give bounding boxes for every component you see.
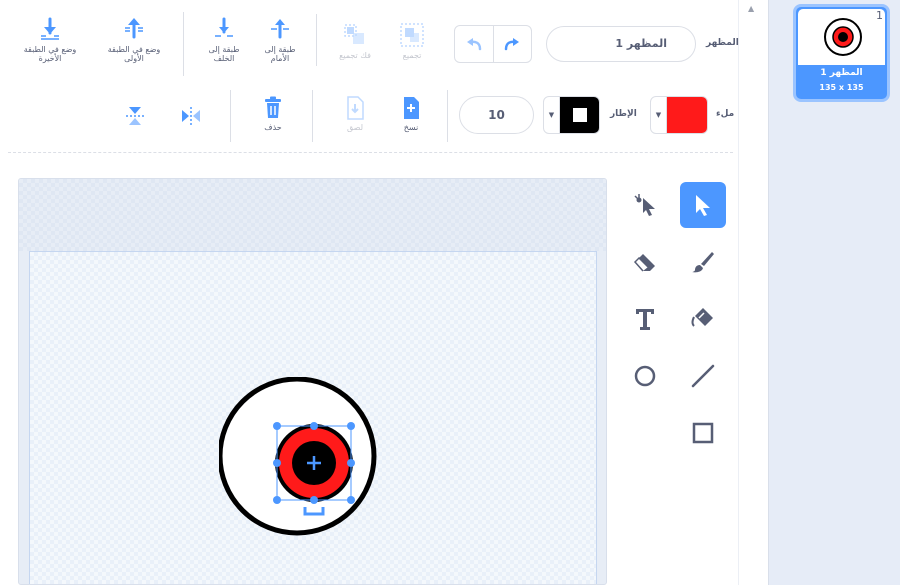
eye-artwork[interactable] bbox=[219, 377, 379, 537]
rectangle-tool-button[interactable] bbox=[680, 410, 726, 456]
costume-label: المظهر bbox=[706, 38, 739, 48]
reshape-cursor-icon bbox=[634, 194, 655, 216]
send-to-back-label: وضع في الطبقة الأخيرة bbox=[23, 45, 77, 63]
bring-to-front-icon bbox=[125, 18, 143, 39]
costume-list-pane: 1 المظهر 1 135 x 135 bbox=[768, 0, 900, 585]
outline-width-input[interactable]: 10 bbox=[459, 96, 534, 134]
eraser-tool-button[interactable] bbox=[622, 239, 668, 285]
dropdown-arrow-icon: ▼ bbox=[651, 97, 667, 133]
scroll-up-arrow-icon[interactable]: ▲ bbox=[748, 4, 754, 13]
costume-card[interactable]: 1 المظهر 1 135 x 135 bbox=[793, 4, 890, 102]
eraser-icon bbox=[633, 254, 655, 272]
send-to-back-button[interactable]: وضع في الطبقة الأخيرة bbox=[14, 16, 86, 63]
toolbar-divider bbox=[447, 90, 448, 142]
ungroup-icon bbox=[344, 24, 364, 44]
copy-button[interactable]: نسخ bbox=[396, 96, 426, 132]
undo-icon bbox=[466, 38, 482, 51]
toolbar-divider bbox=[183, 12, 184, 76]
brush-icon bbox=[692, 252, 714, 273]
send-backward-label: طبقة إلى الخلف bbox=[208, 45, 240, 63]
flip-vertical-icon bbox=[126, 107, 144, 125]
bring-forward-icon bbox=[271, 19, 289, 39]
resize-handle[interactable] bbox=[273, 422, 281, 430]
fill-tool-button[interactable] bbox=[680, 296, 726, 342]
resize-handle[interactable] bbox=[310, 422, 318, 430]
line-icon bbox=[691, 364, 715, 388]
circle-icon bbox=[634, 365, 656, 387]
toolbar-divider bbox=[312, 90, 313, 142]
editor-scrollbar[interactable] bbox=[738, 0, 768, 585]
costume-name-input[interactable]: المظهر 1 bbox=[546, 26, 696, 62]
delete-button[interactable]: حذف bbox=[258, 96, 288, 132]
outline-color-picker[interactable]: ▼ bbox=[543, 96, 600, 134]
undo-button[interactable] bbox=[455, 26, 493, 62]
resize-handle[interactable] bbox=[347, 459, 355, 467]
resize-handle[interactable] bbox=[347, 422, 355, 430]
redo-button[interactable] bbox=[492, 26, 531, 62]
dropdown-arrow-icon: ▼ bbox=[544, 97, 560, 133]
text-icon bbox=[636, 309, 654, 330]
bring-to-front-button[interactable]: وضع في الطبقة الأولى bbox=[98, 16, 170, 63]
brush-tool-button[interactable] bbox=[680, 239, 726, 285]
ungroup-label: فك تجميع bbox=[339, 51, 371, 60]
outline-label: الإطار bbox=[610, 109, 637, 119]
line-tool-button[interactable] bbox=[680, 353, 726, 399]
flip-horizontal-button[interactable] bbox=[178, 104, 204, 131]
costume-thumbnail bbox=[798, 9, 885, 65]
toolbar-separator bbox=[8, 152, 733, 153]
costume-card-name: المظهر 1 bbox=[820, 68, 863, 78]
bring-to-front-label: وضع في الطبقة الأولى bbox=[107, 45, 161, 63]
paint-bucket-icon bbox=[691, 308, 713, 327]
send-backward-icon bbox=[215, 17, 233, 37]
flip-vertical-button[interactable] bbox=[122, 104, 148, 131]
circle-tool-button[interactable] bbox=[622, 353, 668, 399]
fill-color-picker[interactable]: ▼ bbox=[650, 96, 708, 134]
costume-card-size: 135 x 135 bbox=[819, 83, 864, 92]
redo-icon bbox=[505, 38, 520, 51]
flip-horizontal-icon bbox=[182, 107, 200, 125]
paste-button[interactable]: لصق bbox=[340, 96, 370, 132]
delete-label: حذف bbox=[264, 123, 282, 132]
send-to-back-icon bbox=[41, 17, 59, 40]
reshape-tool-button[interactable] bbox=[622, 182, 668, 228]
toolbar-divider bbox=[316, 14, 317, 66]
outline-swatch bbox=[560, 97, 599, 133]
ungroup-button[interactable]: فك تجميع bbox=[332, 22, 378, 60]
arrow-cursor-icon bbox=[696, 195, 710, 216]
group-icon bbox=[400, 23, 424, 47]
bring-forward-label: طبقة إلى الأمام bbox=[264, 45, 296, 63]
text-tool-button[interactable] bbox=[622, 296, 668, 342]
fill-swatch bbox=[667, 97, 707, 133]
fill-label: ملء bbox=[716, 109, 735, 119]
copy-label: نسخ bbox=[403, 123, 419, 132]
resize-handle[interactable] bbox=[310, 496, 318, 504]
group-button[interactable]: تجميع bbox=[390, 22, 434, 60]
rectangle-icon bbox=[692, 422, 714, 444]
resize-handle[interactable] bbox=[273, 459, 281, 467]
resize-handle[interactable] bbox=[273, 496, 281, 504]
select-tool-button[interactable] bbox=[680, 182, 726, 228]
paste-label: لصق bbox=[346, 123, 364, 132]
bring-forward-button[interactable]: طبقة إلى الأمام bbox=[256, 16, 304, 63]
resize-handle[interactable] bbox=[347, 496, 355, 504]
canvas-margin bbox=[19, 179, 606, 251]
send-backward-button[interactable]: طبقة إلى الخلف bbox=[200, 16, 248, 63]
trash-icon bbox=[265, 96, 281, 118]
copy-icon bbox=[404, 97, 419, 119]
group-label: تجميع bbox=[402, 51, 422, 60]
undo-redo-group bbox=[454, 25, 532, 63]
paint-canvas-area[interactable] bbox=[18, 178, 607, 585]
costume-index: 1 bbox=[876, 9, 883, 22]
costume-thumbnail-eye-icon bbox=[824, 18, 862, 56]
toolbar-divider bbox=[230, 90, 231, 142]
paste-icon bbox=[347, 96, 364, 120]
